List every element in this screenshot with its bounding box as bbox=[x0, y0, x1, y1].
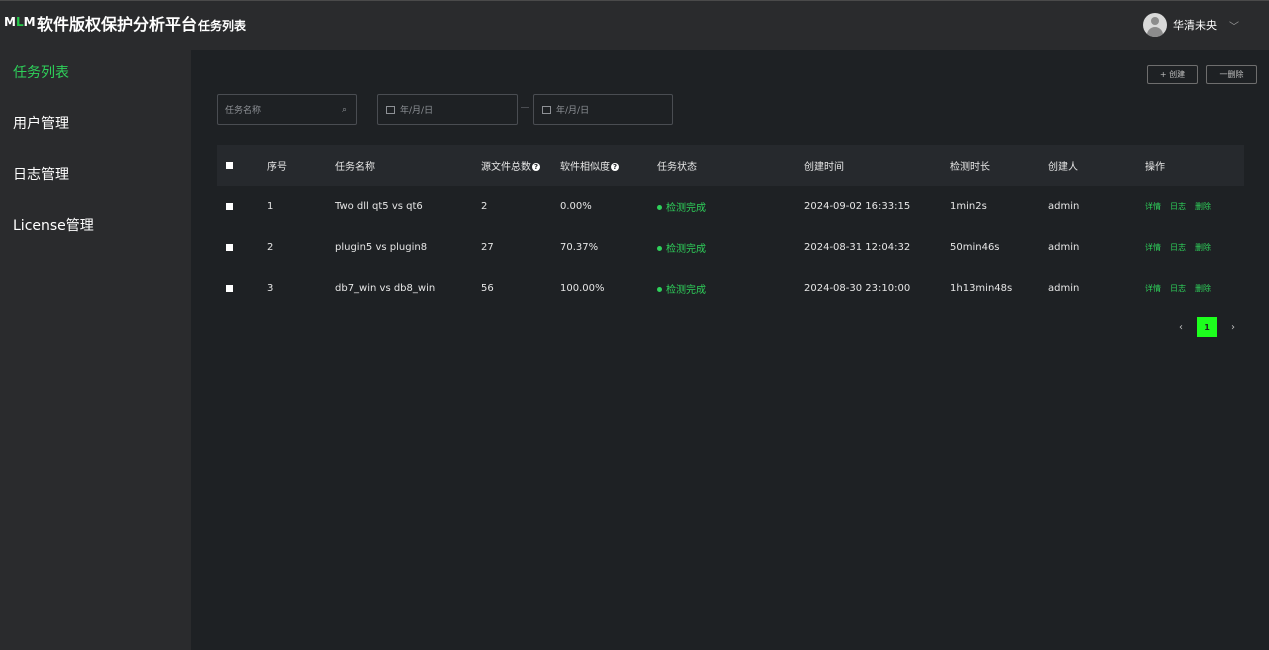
help-icon[interactable]: ? bbox=[611, 163, 619, 171]
page-number-current[interactable]: 1 bbox=[1197, 317, 1217, 337]
table-row: 2 plugin5 vs plugin8 27 70.37% 检测完成 2024… bbox=[217, 227, 1244, 268]
sidebar: 任务列表 用户管理 日志管理 License管理 bbox=[0, 50, 191, 650]
detail-link[interactable]: 详情 bbox=[1145, 202, 1161, 211]
cell-index: 1 bbox=[267, 201, 274, 212]
calendar-icon bbox=[542, 105, 551, 114]
logo-letter-m2: M bbox=[23, 15, 36, 29]
cell-created-at: 2024-08-30 23:10:00 bbox=[804, 283, 911, 294]
avatar bbox=[1143, 13, 1167, 37]
header-creator: 创建人 bbox=[1048, 145, 1145, 186]
cell-duration: 50min46s bbox=[950, 242, 1000, 253]
cell-task-name: plugin5 vs plugin8 bbox=[335, 242, 428, 253]
chevron-down-icon: ﹀ bbox=[1229, 21, 1239, 33]
logo-letter-l: L bbox=[15, 15, 24, 29]
status-text: 检测完成 bbox=[666, 285, 706, 296]
user-menu[interactable]: 华清未央 ﹀ bbox=[1143, 12, 1239, 38]
calendar-icon bbox=[386, 105, 395, 114]
batch-delete-button[interactable]: 一删除 bbox=[1206, 65, 1257, 84]
cell-task-name: Two dll qt5 vs qt6 bbox=[335, 201, 423, 212]
sidebar-item-license[interactable]: License管理 bbox=[13, 215, 94, 235]
header-task-name: 任务名称 bbox=[335, 145, 481, 186]
date-range-separator bbox=[521, 107, 529, 108]
table-row: 3 db7_win vs db8_win 56 100.00% 检测完成 202… bbox=[217, 268, 1244, 309]
task-name-placeholder: 任务名称 bbox=[225, 106, 262, 116]
top-bar: MLM 软件版权保护分析平台 任务列表 华清未央 ﹀ bbox=[0, 0, 1269, 50]
start-date-placeholder: 年/月/日 bbox=[400, 106, 434, 116]
help-icon[interactable]: ? bbox=[532, 163, 540, 171]
task-name-search-input[interactable]: 任务名称 ⌕ bbox=[217, 94, 357, 125]
log-link[interactable]: 日志 bbox=[1170, 284, 1186, 293]
status-dot-icon bbox=[657, 287, 662, 292]
detail-link[interactable]: 详情 bbox=[1145, 284, 1161, 293]
cell-status: 检测完成 bbox=[657, 268, 804, 309]
next-page-button[interactable]: › bbox=[1223, 322, 1243, 333]
end-date-input[interactable]: 年/月/日 bbox=[533, 94, 673, 125]
row-checkbox[interactable] bbox=[226, 202, 233, 210]
cell-created-at: 2024-08-31 12:04:32 bbox=[804, 242, 911, 253]
cell-actions: 详情 日志 删除 bbox=[1145, 186, 1244, 227]
log-link[interactable]: 日志 bbox=[1170, 243, 1186, 252]
cell-duration: 1min2s bbox=[950, 201, 987, 212]
header-similarity: 软件相似度? bbox=[560, 145, 657, 186]
start-date-input[interactable]: 年/月/日 bbox=[377, 94, 518, 125]
create-button[interactable]: + 创建 bbox=[1147, 65, 1198, 84]
header-file-count: 源文件总数? bbox=[481, 145, 560, 186]
cell-index: 3 bbox=[267, 283, 274, 294]
cell-index: 2 bbox=[267, 242, 274, 253]
cell-file-count: 2 bbox=[481, 201, 488, 212]
delete-link[interactable]: 删除 bbox=[1195, 284, 1211, 293]
cell-actions: 详情 日志 删除 bbox=[1145, 227, 1244, 268]
end-date-placeholder: 年/月/日 bbox=[556, 106, 590, 116]
header-actions: 操作 bbox=[1145, 145, 1244, 186]
cell-actions: 详情 日志 删除 bbox=[1145, 268, 1244, 309]
detail-link[interactable]: 详情 bbox=[1145, 243, 1161, 252]
delete-link[interactable]: 删除 bbox=[1195, 202, 1211, 211]
status-text: 检测完成 bbox=[666, 244, 706, 255]
log-link[interactable]: 日志 bbox=[1170, 202, 1186, 211]
sidebar-item-logs[interactable]: 日志管理 bbox=[13, 164, 69, 184]
cell-creator: admin bbox=[1048, 242, 1080, 253]
cell-created-at: 2024-09-02 16:33:15 bbox=[804, 201, 911, 212]
task-table: 序号 任务名称 源文件总数? 软件相似度? 任务状态 创建时间 检测时长 创建人… bbox=[217, 145, 1244, 309]
header-duration: 检测时长 bbox=[950, 145, 1048, 186]
header-index: 序号 bbox=[267, 145, 335, 186]
logo-letter-m1: M bbox=[4, 15, 16, 29]
table-row: 1 Two dll qt5 vs qt6 2 0.00% 检测完成 2024-0… bbox=[217, 186, 1244, 227]
prev-page-button[interactable]: ‹ bbox=[1171, 322, 1191, 333]
sidebar-item-tasks[interactable]: 任务列表 bbox=[13, 62, 69, 82]
status-text: 检测完成 bbox=[666, 203, 706, 214]
cell-similarity: 100.00% bbox=[560, 283, 605, 294]
header-similarity-label: 软件相似度 bbox=[560, 162, 610, 173]
app-logo: MLM bbox=[4, 15, 36, 29]
search-icon: ⌕ bbox=[341, 104, 347, 115]
cell-status: 检测完成 bbox=[657, 227, 804, 268]
header-created-at: 创建时间 bbox=[804, 145, 950, 186]
cell-similarity: 0.00% bbox=[560, 201, 592, 212]
cell-creator: admin bbox=[1048, 201, 1080, 212]
delete-link[interactable]: 删除 bbox=[1195, 243, 1211, 252]
cell-creator: admin bbox=[1048, 283, 1080, 294]
cell-similarity: 70.37% bbox=[560, 242, 599, 253]
sidebar-item-users[interactable]: 用户管理 bbox=[13, 113, 69, 133]
user-name: 华清未央 bbox=[1173, 19, 1217, 32]
cell-task-name: db7_win vs db8_win bbox=[335, 283, 436, 294]
app-title: 软件版权保护分析平台 bbox=[37, 15, 198, 34]
page-title: 任务列表 bbox=[198, 19, 247, 33]
row-checkbox[interactable] bbox=[226, 243, 233, 251]
status-dot-icon bbox=[657, 205, 662, 210]
cell-duration: 1h13min48s bbox=[950, 283, 1013, 294]
cell-file-count: 56 bbox=[481, 283, 494, 294]
table-header-row: 序号 任务名称 源文件总数? 软件相似度? 任务状态 创建时间 检测时长 创建人… bbox=[217, 145, 1244, 186]
cell-status: 检测完成 bbox=[657, 186, 804, 227]
cell-file-count: 27 bbox=[481, 242, 494, 253]
main-content: + 创建 一删除 任务名称 ⌕ 年/月/日 年/月/日 序号 任务名称 源文件总… bbox=[191, 50, 1269, 650]
header-status: 任务状态 bbox=[657, 145, 804, 186]
select-all-checkbox[interactable] bbox=[226, 161, 233, 169]
row-checkbox[interactable] bbox=[226, 284, 233, 292]
header-file-count-label: 源文件总数 bbox=[481, 162, 531, 173]
status-dot-icon bbox=[657, 246, 662, 251]
pagination: ‹ 1 › bbox=[1171, 317, 1243, 337]
